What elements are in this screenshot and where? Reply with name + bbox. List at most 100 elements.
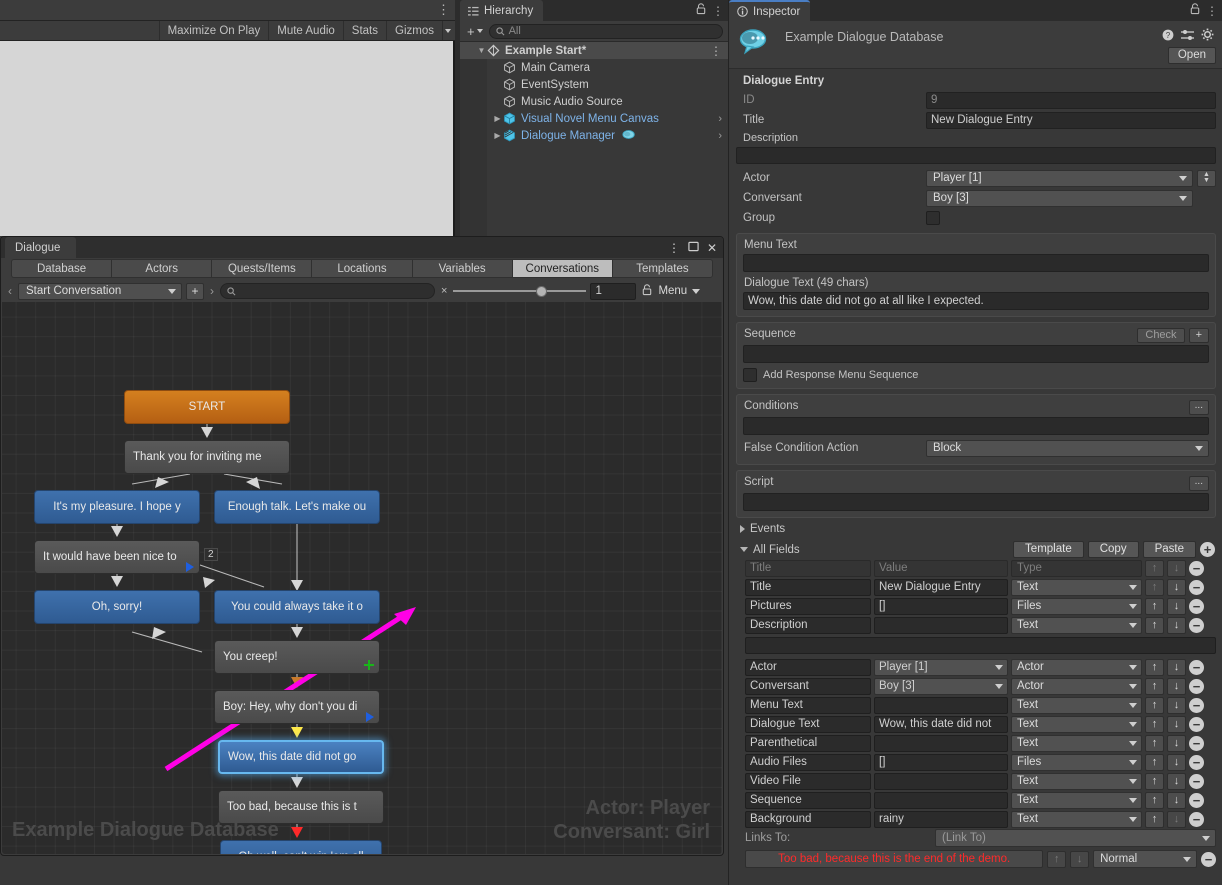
move-field-up-button[interactable]: ↑	[1145, 772, 1164, 790]
field-value-input[interactable]	[874, 696, 1008, 714]
dialogue-node[interactable]: You creep!	[214, 640, 380, 674]
paste-button[interactable]: Paste	[1142, 541, 1196, 558]
field-type-dropdown[interactable]: Text	[1011, 578, 1142, 596]
move-field-up-button[interactable]: ↑	[1145, 677, 1164, 695]
move-field-up-button[interactable]: ↑	[1145, 810, 1164, 828]
mute-audio-button[interactable]: Mute Audio	[268, 21, 343, 40]
move-field-up-button[interactable]: ↑	[1145, 578, 1164, 596]
copy-button[interactable]: Copy	[1087, 541, 1139, 558]
gizmos-button[interactable]: Gizmos	[386, 21, 442, 40]
dialogue-search-input[interactable]	[220, 283, 435, 299]
template-button[interactable]: Template	[1013, 541, 1084, 558]
field-value-input[interactable]	[874, 734, 1008, 752]
false-condition-action-dropdown[interactable]: Block	[926, 439, 1209, 457]
hierarchy-item-music-audio-source[interactable]: Music Audio Source	[460, 93, 728, 110]
field-type-dropdown[interactable]: Actor	[1011, 658, 1142, 676]
hierarchy-item-dialogue-manager[interactable]: ▶ Dialogue Manager ›	[460, 127, 728, 144]
field-title-input[interactable]: Background	[745, 810, 871, 828]
hierarchy-item-eventsystem[interactable]: EventSystem	[460, 76, 728, 93]
tab-dialogue[interactable]: Dialogue	[5, 237, 77, 258]
field-value-input[interactable]: New Dialogue Entry	[874, 578, 1008, 596]
help-icon[interactable]: ?	[1162, 29, 1174, 44]
stats-button[interactable]: Stats	[342, 21, 387, 40]
tab-locations[interactable]: Locations	[311, 259, 412, 278]
description-input[interactable]	[736, 147, 1216, 164]
field-value-input[interactable]	[874, 616, 1008, 634]
hierarchy-item-example-start[interactable]: ▼ Example Start* ⋮	[460, 42, 728, 59]
add-response-menu-sequence-checkbox[interactable]	[743, 368, 757, 382]
next-conversation-icon[interactable]: ›	[208, 284, 216, 298]
field-type-dropdown[interactable]: Files	[1011, 597, 1142, 615]
link-remove-button[interactable]: −	[1201, 851, 1216, 867]
move-field-down-button[interactable]: ↓	[1167, 597, 1186, 615]
dialogue-text-input[interactable]: Wow, this date did not go at all like I …	[743, 292, 1209, 310]
field-title-input[interactable]: Audio Files	[745, 753, 871, 771]
inspector-kebab-icon[interactable]: ⋮	[1206, 4, 1218, 18]
lock-icon[interactable]	[696, 3, 706, 18]
remove-field-button[interactable]: −	[1189, 617, 1204, 633]
move-field-down-button[interactable]: ↓	[1167, 734, 1186, 752]
tab-inspector[interactable]: Inspector	[729, 0, 811, 21]
title-input[interactable]: New Dialogue Entry	[926, 111, 1216, 129]
sequence-input[interactable]	[743, 345, 1209, 363]
move-field-up-button[interactable]: ↑	[1145, 715, 1164, 733]
dialogue-node[interactable]: Thank you for inviting me	[124, 440, 290, 474]
sequence-add-button[interactable]: +	[1188, 327, 1209, 343]
field-value-input[interactable]	[874, 791, 1008, 809]
scene-kebab-icon[interactable]: ⋮	[710, 44, 722, 58]
remove-field-button[interactable]: −	[1189, 792, 1204, 808]
conversation-dropdown[interactable]: Start Conversation	[18, 282, 182, 300]
remove-field-button[interactable]: −	[1189, 697, 1204, 713]
zoom-value-input[interactable]: 1	[590, 282, 637, 300]
move-field-down-button[interactable]: ↓	[1167, 578, 1186, 596]
link-move-up-icon[interactable]: ↑	[1047, 850, 1067, 868]
dialogue-node[interactable]: You could always take it o	[214, 590, 380, 624]
window-close-icon[interactable]: ✕	[707, 241, 717, 255]
field-type-dropdown[interactable]: Text	[1011, 616, 1142, 634]
lock-icon[interactable]	[1190, 3, 1200, 18]
conditions-input[interactable]	[743, 417, 1209, 435]
game-view-kebab-icon[interactable]: ⋮	[437, 3, 450, 17]
events-foldout[interactable]: Events	[736, 518, 1216, 536]
field-title-input[interactable]: Actor	[745, 658, 871, 676]
tab-conversations[interactable]: Conversations	[511, 259, 612, 278]
move-field-down-button[interactable]: ↓	[1167, 677, 1186, 695]
window-kebab-icon[interactable]: ⋮	[668, 241, 680, 255]
dialogue-node[interactable]: Boy: Hey, why don't you di	[214, 690, 380, 724]
field-title-input[interactable]: Sequence	[745, 791, 871, 809]
link-move-down-icon[interactable]: ↓	[1070, 850, 1090, 868]
conditions-more-button[interactable]: ...	[1188, 399, 1209, 415]
move-field-up-button[interactable]: ↑	[1145, 597, 1164, 615]
dialogue-node[interactable]: Oh well, can't win 'em all	[220, 840, 382, 854]
add-conversation-button[interactable]: +	[186, 282, 204, 300]
zoom-slider-knob[interactable]	[535, 285, 547, 297]
group-checkbox[interactable]	[926, 211, 940, 225]
tab-variables[interactable]: Variables	[411, 259, 512, 278]
hierarchy-search-input[interactable]: All	[488, 23, 723, 39]
field-type-dropdown[interactable]: Files	[1011, 753, 1142, 771]
move-field-up-button[interactable]: ↑	[1145, 734, 1164, 752]
field-type-dropdown[interactable]: Actor	[1011, 677, 1142, 695]
field-value-input[interactable]: []	[874, 753, 1008, 771]
hierarchy-kebab-icon[interactable]: ⋮	[712, 4, 724, 18]
field-title-input[interactable]: Video File	[745, 772, 871, 790]
conversant-dropdown[interactable]: Boy [3]	[926, 189, 1193, 207]
field-value-input[interactable]: []	[874, 597, 1008, 615]
move-field-down-button[interactable]: ↓	[1167, 715, 1186, 733]
dialogue-node[interactable]: It's my pleasure. I hope y	[34, 490, 200, 524]
remove-field-button[interactable]: −	[1189, 754, 1204, 770]
field-type-dropdown[interactable]: Text	[1011, 715, 1142, 733]
dialogue-node[interactable]: Wow, this date did not go	[218, 740, 384, 774]
tab-quests-items[interactable]: Quests/Items	[211, 259, 312, 278]
lock-icon[interactable]	[640, 283, 654, 299]
field-value-input[interactable]: Wow, this date did not	[874, 715, 1008, 733]
zoom-close-icon[interactable]: ×	[439, 285, 449, 297]
field-type-dropdown[interactable]: Text	[1011, 696, 1142, 714]
actor-stepper[interactable]: ▲ ▼	[1197, 169, 1216, 187]
field-type-dropdown[interactable]: Text	[1011, 791, 1142, 809]
menu-dropdown[interactable]: Menu	[658, 285, 701, 297]
field-title-input[interactable]: Dialogue Text	[745, 715, 871, 733]
tab-database[interactable]: Database	[11, 259, 112, 278]
move-field-down-button[interactable]: ↓	[1167, 810, 1186, 828]
preset-icon[interactable]	[1181, 29, 1194, 44]
